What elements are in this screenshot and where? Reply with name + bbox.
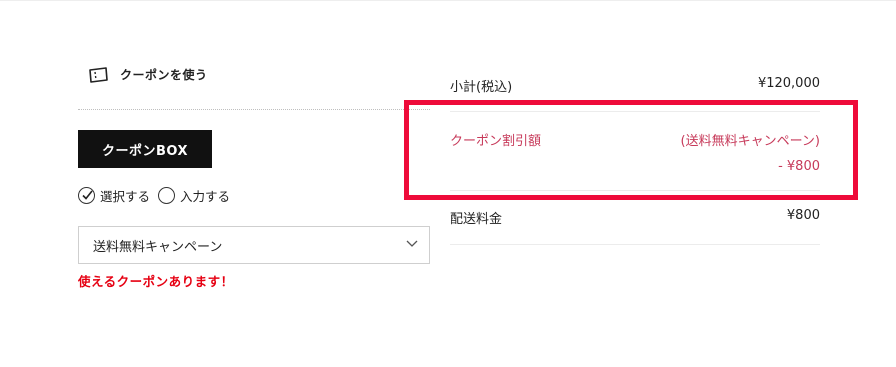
radio-input-label: 入力する [180, 189, 231, 204]
coupon-discount-row: クーポン割引額 (送料無料キャンペーン) - ¥800 [450, 130, 820, 174]
coupon-mode-radio-group: 選択する 入力する [78, 186, 238, 205]
summary-divider [450, 244, 820, 245]
ticket-icon [88, 66, 108, 83]
coupon-header: クーポンを使う [88, 66, 208, 83]
radio-input[interactable]: 入力する [158, 186, 230, 205]
coupon-box-button[interactable]: クーポンBOX [78, 130, 212, 168]
radio-input-circle[interactable] [158, 187, 176, 204]
shipping-value: ¥800 [786, 208, 820, 223]
radio-select-label: 選択する [100, 189, 151, 204]
discount-campaign-name: (送料無料キャンペーン) [680, 134, 821, 149]
top-divider [0, 0, 896, 1]
check-icon [82, 190, 93, 200]
coupon-divider [78, 109, 430, 110]
summary-divider [450, 111, 820, 112]
discount-label: クーポン割引額 [450, 134, 542, 149]
subtotal-row: 小計(税込) ¥120,000 [450, 76, 820, 95]
coupon-heading: クーポンを使う [120, 68, 208, 82]
coupon-select-value: 送料無料キャンペーン [93, 239, 223, 255]
summary-divider [450, 190, 820, 191]
shipping-label: 配送料金 [450, 212, 503, 227]
subtotal-value: ¥120,000 [757, 76, 820, 91]
shipping-row: 配送料金 ¥800 [450, 208, 820, 227]
subtotal-label: 小計(税込) [450, 80, 513, 95]
chevron-down-icon [406, 240, 418, 247]
radio-select-circle[interactable] [78, 187, 95, 204]
coupon-select[interactable]: 送料無料キャンペーン [78, 226, 430, 264]
coupon-available-note: 使えるクーポンあります！ [78, 274, 234, 289]
discount-detail: (送料無料キャンペーン) - ¥800 [681, 130, 821, 174]
radio-select[interactable]: 選択する [78, 186, 150, 205]
discount-amount: - ¥800 [778, 159, 820, 174]
